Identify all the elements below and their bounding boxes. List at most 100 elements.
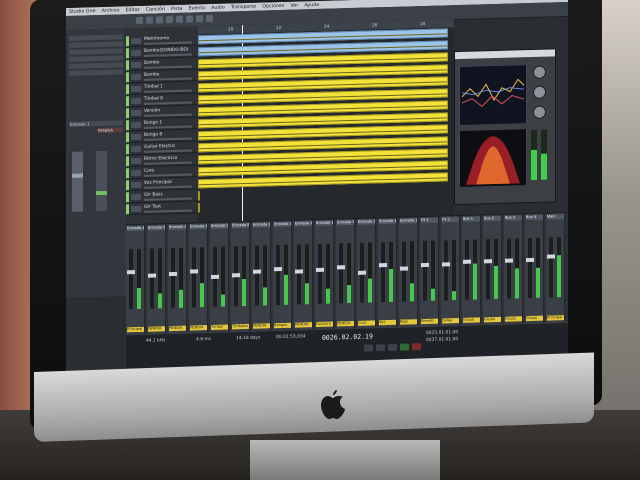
mute-solo-buttons[interactable] <box>131 133 141 141</box>
track-header[interactable]: Gtr Bass <box>126 190 198 204</box>
bend-tool-icon[interactable] <box>196 15 203 23</box>
inspector-row[interactable] <box>69 34 123 41</box>
mute-solo-buttons[interactable] <box>131 49 141 57</box>
track-volume-bar[interactable] <box>144 53 192 57</box>
channel-fader[interactable] <box>318 243 322 304</box>
channel-fader[interactable] <box>444 240 448 301</box>
menu-ayuda[interactable]: Ayuda <box>304 2 319 7</box>
track-volume-bar[interactable] <box>144 89 192 93</box>
plugin-knob[interactable] <box>533 105 546 119</box>
fader-cap[interactable] <box>295 269 303 274</box>
track-header[interactable]: Gtr Test <box>126 202 198 216</box>
record-button[interactable] <box>412 343 421 351</box>
track-header[interactable]: Versión <box>126 106 198 120</box>
channel-fader[interactable] <box>171 247 175 309</box>
mute-solo-buttons[interactable] <box>131 109 141 117</box>
mute-solo-buttons[interactable] <box>131 157 141 165</box>
fader-cap[interactable] <box>211 274 219 279</box>
track-volume-bar[interactable] <box>144 149 192 153</box>
track-header[interactable]: Bombo(SONIDO-BD) <box>126 46 198 60</box>
range-tool-icon[interactable] <box>146 16 153 24</box>
arrange-view[interactable]: 20 22 24 26 28 <box>198 19 454 223</box>
fader-cap[interactable] <box>484 258 492 263</box>
channel-fader[interactable] <box>381 242 385 303</box>
track-volume-bar[interactable] <box>144 161 192 165</box>
mute-solo-buttons[interactable] <box>131 193 141 201</box>
fader-cap[interactable] <box>232 273 240 278</box>
track-header[interactable]: Bombo <box>126 58 198 72</box>
channel-fader[interactable] <box>549 237 553 298</box>
loop-end[interactable]: 0037.01.01.00 <box>426 337 458 343</box>
mute-solo-buttons[interactable] <box>131 145 141 153</box>
mute-tool-icon[interactable] <box>186 15 193 23</box>
track-header[interactable]: Timbal 1 <box>126 82 198 96</box>
fader-cap[interactable] <box>274 267 282 272</box>
plugin-knob[interactable] <box>533 65 546 79</box>
menu-transporte[interactable]: Transporte <box>231 4 256 10</box>
listen-tool-icon[interactable] <box>206 14 213 23</box>
menu-pista[interactable]: Pista <box>171 6 182 11</box>
fader-cap[interactable] <box>358 270 366 275</box>
track-volume-bar[interactable] <box>144 209 192 213</box>
plugin-title-bar[interactable] <box>455 49 555 60</box>
eq-curve-display[interactable] <box>459 64 527 127</box>
mute-solo-buttons[interactable] <box>131 121 141 129</box>
stop-button[interactable] <box>388 343 397 352</box>
channel-fader[interactable] <box>528 237 532 299</box>
mute-solo-buttons[interactable] <box>131 61 141 69</box>
channel-fader[interactable] <box>150 248 154 309</box>
channel-fader[interactable] <box>402 241 406 302</box>
track-header[interactable]: Coro <box>126 166 198 180</box>
fader-cap[interactable] <box>400 266 408 271</box>
track-header[interactable]: Timbal 8 <box>126 94 198 108</box>
fader-cap[interactable] <box>547 254 555 259</box>
track-volume-bar[interactable] <box>144 197 192 201</box>
channel-fader[interactable] <box>339 243 343 304</box>
track-header[interactable]: Voz Principal <box>126 178 198 192</box>
fader-cap[interactable] <box>379 263 387 268</box>
channel-fader[interactable] <box>129 249 133 310</box>
track-header[interactable]: Bongo 8 <box>126 130 198 144</box>
mute-solo-buttons[interactable] <box>131 181 141 189</box>
mute-solo-buttons[interactable] <box>131 37 141 45</box>
fader-cap[interactable] <box>316 267 324 272</box>
menu-cancion[interactable]: Canción <box>146 7 165 13</box>
menu-ver[interactable]: Ver <box>290 3 298 8</box>
track-volume-bar[interactable] <box>144 101 192 105</box>
fader-cap[interactable] <box>169 271 177 276</box>
fader-cap[interactable] <box>337 265 345 270</box>
rewind-button[interactable] <box>364 344 373 352</box>
channel-fader[interactable] <box>465 239 469 300</box>
mute-solo-buttons[interactable] <box>131 73 141 81</box>
arrow-tool-icon[interactable] <box>136 16 143 25</box>
play-button[interactable] <box>400 343 409 351</box>
inspector-row[interactable] <box>69 41 123 48</box>
audio-clip[interactable] <box>198 191 200 201</box>
inspector-fader[interactable] <box>72 151 83 212</box>
split-tool-icon[interactable] <box>156 16 163 24</box>
fader-cap[interactable] <box>190 269 198 274</box>
audio-clip[interactable] <box>198 203 200 213</box>
track-header[interactable]: Metrónomo <box>126 34 198 48</box>
inspector-row[interactable] <box>69 55 123 62</box>
menu-archivo[interactable]: Archivo <box>102 8 120 14</box>
fader-cap[interactable] <box>148 273 156 278</box>
menu-opciones[interactable]: Opciones <box>262 3 284 9</box>
inspector-row[interactable] <box>69 48 123 55</box>
track-volume-bar[interactable] <box>144 173 192 177</box>
channel-fader[interactable] <box>255 245 259 306</box>
fader-cap[interactable] <box>442 262 450 267</box>
fader-cap[interactable] <box>253 269 261 274</box>
app-menu[interactable]: Studio One <box>69 9 96 15</box>
track-volume-bar[interactable] <box>144 125 192 129</box>
track-volume-bar[interactable] <box>144 113 192 117</box>
fader-cap[interactable] <box>505 258 513 263</box>
channel-fader[interactable] <box>486 239 490 300</box>
channel-fader[interactable] <box>507 238 511 299</box>
fader-cap[interactable] <box>421 263 429 268</box>
track-header[interactable]: Bombo <box>126 70 198 84</box>
channel-fader[interactable] <box>423 240 427 302</box>
mute-solo-buttons[interactable] <box>131 85 141 93</box>
inspector-row[interactable] <box>69 69 123 76</box>
mute-solo-buttons[interactable] <box>131 169 141 177</box>
